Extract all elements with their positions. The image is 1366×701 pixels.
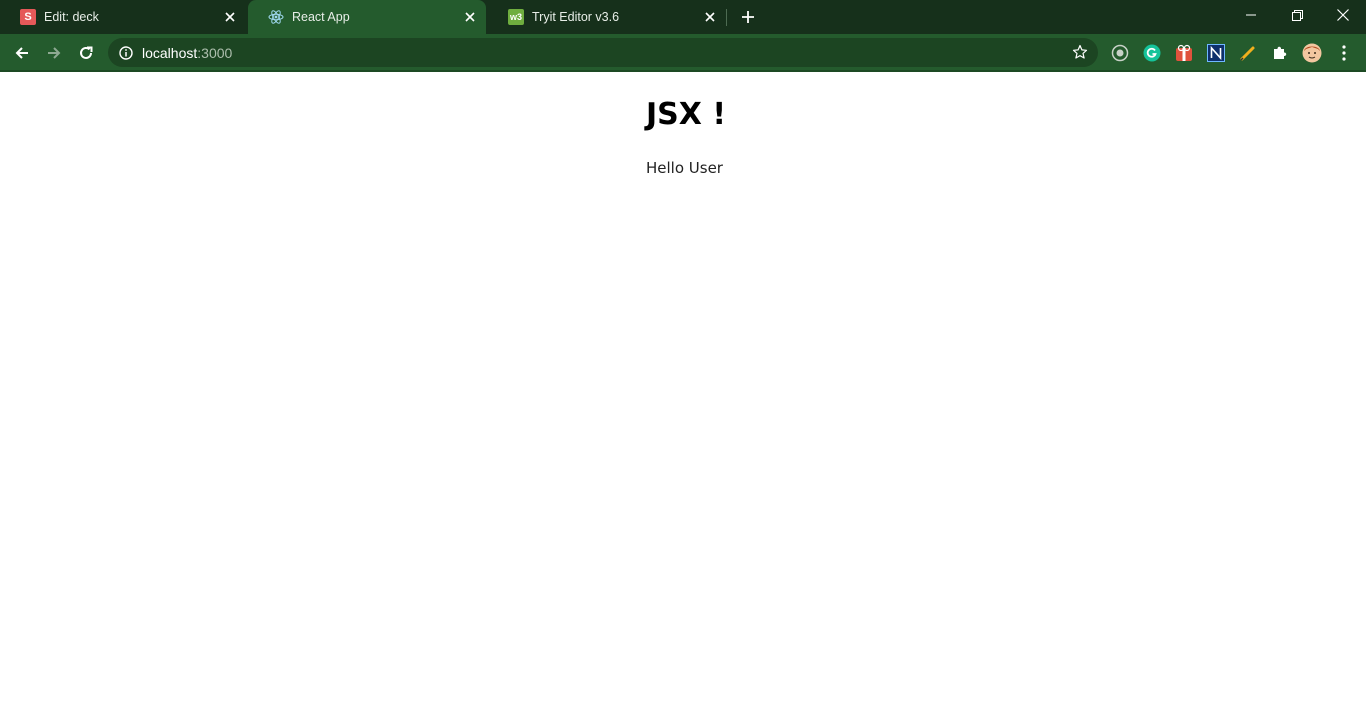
close-icon[interactable] (462, 9, 478, 25)
url-host: localhost (142, 44, 198, 61)
reload-button[interactable] (70, 34, 102, 71)
tab-react-app[interactable]: React App (248, 0, 486, 34)
tab-strip: S Edit: deck React App w3 Tryit Editor v… (0, 0, 1366, 34)
new-tab-button[interactable] (738, 7, 758, 27)
grammarly-icon[interactable] (1142, 43, 1162, 63)
window-close-button[interactable] (1320, 0, 1366, 30)
bookmark-star-icon[interactable] (1072, 44, 1088, 60)
tab-tryit-editor[interactable]: w3 Tryit Editor v3.6 (488, 0, 726, 34)
close-icon (1337, 9, 1349, 21)
forward-arrow-icon (48, 46, 61, 59)
forward-button[interactable] (38, 34, 70, 71)
info-icon[interactable] (118, 45, 134, 61)
minimize-icon (1246, 14, 1256, 16)
slides-s-icon: S (20, 9, 36, 25)
tab-title: React App (292, 10, 350, 24)
tab-title: Tryit Editor v3.6 (532, 10, 620, 24)
close-icon[interactable] (222, 9, 238, 25)
profile-avatar-icon[interactable] (1302, 43, 1322, 63)
w3schools-icon: w3 (508, 9, 524, 25)
more-menu-icon[interactable] (1334, 43, 1354, 63)
react-atom-icon (268, 9, 284, 25)
circle-target-icon[interactable] (1110, 43, 1130, 63)
reload-icon (80, 46, 93, 59)
back-arrow-icon (15, 46, 28, 59)
n-extension-icon[interactable] (1206, 43, 1226, 63)
address-bar[interactable]: localhost:3000 (108, 38, 1098, 67)
close-icon[interactable] (702, 9, 718, 25)
restore-button[interactable] (1274, 0, 1320, 30)
plus-icon (742, 11, 754, 23)
puzzle-piece-icon[interactable] (1270, 43, 1290, 63)
url-text: localhost:3000 (142, 45, 232, 61)
tab-title: Edit: deck (44, 10, 99, 24)
greeting-text: Hello User (646, 159, 723, 177)
url-port: :3000 (197, 44, 233, 61)
restore-icon (1291, 9, 1303, 21)
page-heading: JSX ! (646, 97, 727, 132)
tab-edit-deck[interactable]: S Edit: deck (0, 0, 246, 34)
red-gift-icon[interactable] (1174, 43, 1194, 63)
back-button[interactable] (6, 34, 38, 71)
browser-toolbar: localhost:3000 (0, 34, 1366, 71)
pencil-icon[interactable] (1238, 43, 1258, 63)
minimize-button[interactable] (1228, 0, 1274, 30)
tab-divider (726, 9, 727, 26)
